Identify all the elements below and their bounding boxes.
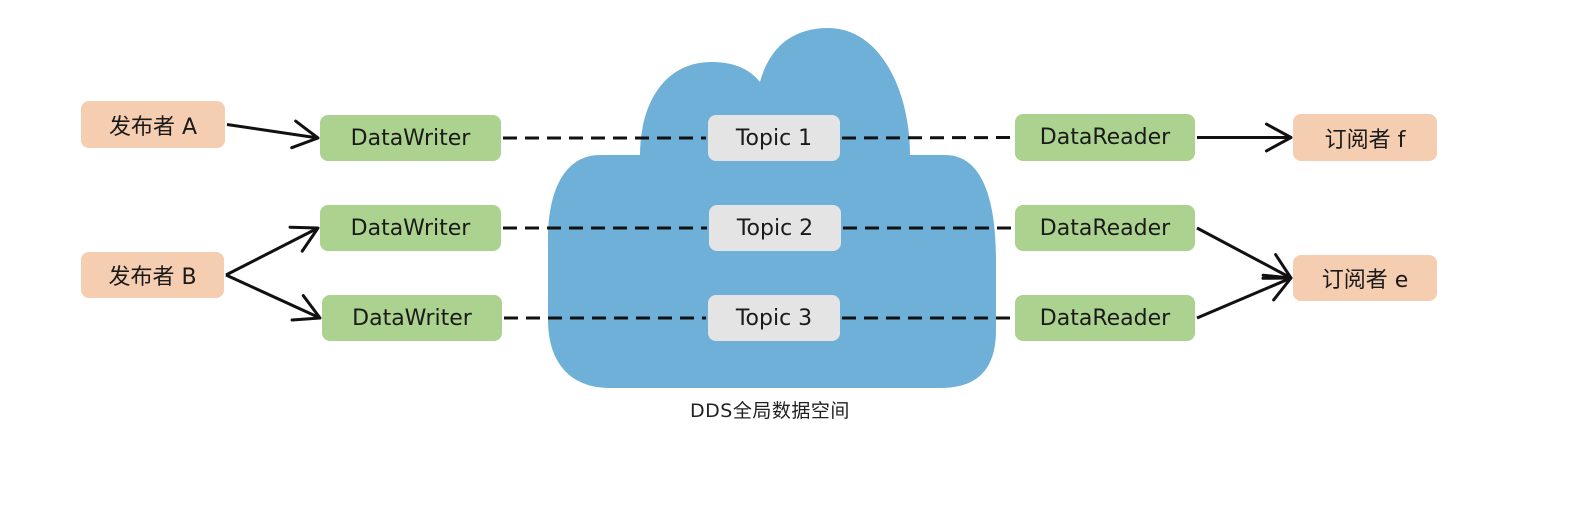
- data-reader-2-label: DataReader: [1039, 215, 1171, 241]
- data-writer-1: DataWriter: [320, 115, 501, 161]
- topic-2-label: Topic 2: [736, 215, 814, 241]
- edge-t1-r1: [841, 136, 1014, 140]
- topic-3: Topic 3: [708, 295, 840, 341]
- topic-1: Topic 1: [708, 115, 840, 161]
- subscriber-f-label: 订阅者 f: [1324, 127, 1406, 153]
- topic-3-label: Topic 3: [735, 305, 813, 331]
- data-reader-3: DataReader: [1015, 295, 1195, 341]
- publisher-b-label: 发布者 B: [108, 265, 197, 290]
- data-writer-1-label: DataWriter: [350, 125, 471, 151]
- publisher-a: 发布者 A: [81, 101, 225, 148]
- publisher-b: 发布者 B: [81, 252, 224, 298]
- subscriber-f: 订阅者 f: [1293, 114, 1437, 161]
- edge-pubB-w3: [225, 273, 321, 320]
- subscriber-e-label: 订阅者 e: [1321, 268, 1409, 293]
- data-reader-2: DataReader: [1015, 205, 1195, 251]
- edge-r2-subE: [1196, 226, 1292, 280]
- data-writer-3-label: DataWriter: [352, 305, 472, 331]
- data-writer-2: DataWriter: [320, 205, 501, 251]
- topic-1-label: Topic 1: [735, 125, 813, 151]
- subscriber-e: 订阅者 e: [1293, 255, 1437, 301]
- data-writer-2-label: DataWriter: [350, 215, 471, 241]
- publisher-a-label: 发布者 A: [108, 114, 198, 140]
- data-reader-3-label: DataReader: [1039, 305, 1171, 331]
- data-reader-1: DataReader: [1015, 114, 1195, 161]
- cloud-caption: DDS全局数据空间: [690, 400, 850, 422]
- data-reader-1-label: DataReader: [1039, 125, 1171, 150]
- data-writer-3: DataWriter: [322, 295, 502, 341]
- edge-pubB-w2: [225, 226, 319, 277]
- dds-diagram: 发布者 A 发布者 B DataWriter DataWriter DataWr…: [0, 0, 1580, 510]
- topic-2: Topic 2: [709, 205, 841, 251]
